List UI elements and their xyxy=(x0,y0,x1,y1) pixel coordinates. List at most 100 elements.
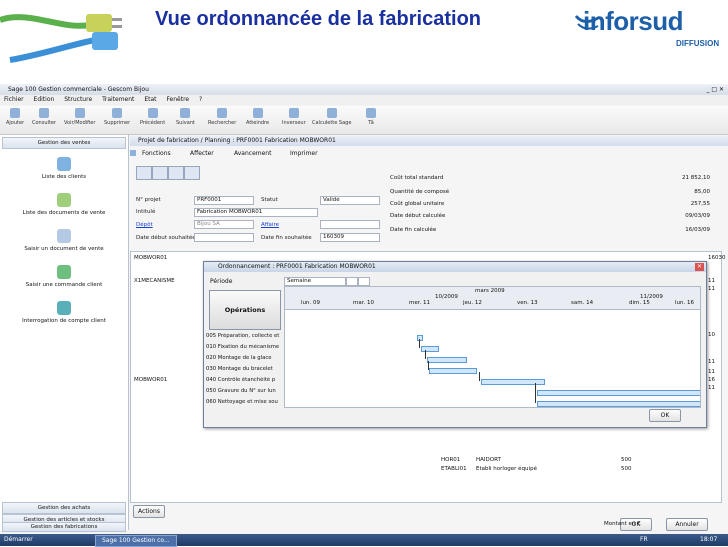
week-label: 10/2009 xyxy=(435,294,458,300)
intitule-field[interactable]: Fabrication MOBWOR01 xyxy=(194,208,318,217)
dialog-ok-button[interactable]: OK xyxy=(649,409,681,422)
menu-help[interactable]: ? xyxy=(199,96,202,103)
task-label: 020 Montage de la glace xyxy=(206,355,272,361)
gantt-bar[interactable] xyxy=(417,335,423,341)
dependency-line xyxy=(428,361,429,370)
gantt-bar[interactable] xyxy=(429,368,477,374)
view-mode-icon[interactable] xyxy=(136,166,152,180)
date-debut-field[interactable] xyxy=(194,233,254,242)
depot-link[interactable]: Dépôt xyxy=(136,222,153,228)
stat-date-debut-label: Date début calculée xyxy=(390,213,446,219)
gantt-mode-icon[interactable] xyxy=(152,166,168,180)
menu-edition[interactable]: Edition xyxy=(34,96,55,103)
avancement-button[interactable]: Avancement xyxy=(234,150,271,157)
grid-cell: 11 xyxy=(708,286,715,292)
task-interrogation-compte[interactable]: Interrogation de compte client xyxy=(4,301,124,324)
operations-button[interactable]: Opérations xyxy=(209,290,281,330)
menu-bar: Fichier Edition Structure Traitement Eta… xyxy=(0,95,728,105)
slide-title: Vue ordonnancée de la fabrication xyxy=(155,8,481,30)
task-saisir-document-vente[interactable]: Saisir un document de vente xyxy=(4,229,124,252)
menu-etat[interactable]: Etat xyxy=(144,96,156,103)
gantt-bar[interactable] xyxy=(537,401,700,407)
fonctions-menu[interactable]: Fonctions xyxy=(142,150,171,157)
stat-quantite-label: Quantité de composé xyxy=(390,189,450,195)
book-mode-icon[interactable] xyxy=(168,166,184,180)
day-label: mer. 11 xyxy=(409,300,430,306)
affaire-link[interactable]: Affaire xyxy=(261,222,279,228)
cancel-button[interactable]: Annuler xyxy=(666,518,708,531)
previous-period-icon[interactable] xyxy=(346,277,358,286)
periode-label: Période xyxy=(210,278,233,285)
no-projet-field[interactable]: PRF0001 xyxy=(194,196,254,205)
tb-inverseur[interactable]: Inverseur xyxy=(282,108,306,126)
gantt-header: mars 2009 10/2009 11/2009 lun. 09 mar. 1… xyxy=(285,287,700,310)
grid-row-label: MOBWOR01 xyxy=(134,377,168,383)
window-titlebar: Sage 100 Gestion commerciale - Gescom Bi… xyxy=(0,84,728,95)
gantt-bar[interactable] xyxy=(421,346,439,352)
tb-suivant[interactable]: Suivant xyxy=(176,108,195,126)
section-gestion-fabrications[interactable]: Gestion des fabrications xyxy=(2,522,126,532)
taskbar-app[interactable]: Sage 100 Gestion co... xyxy=(95,535,177,547)
montant-label: Montant en € xyxy=(604,521,641,527)
task-liste-documents-vente[interactable]: Liste des documents de vente xyxy=(4,193,124,216)
task-saisir-commande-client[interactable]: Saisir une commande client xyxy=(4,265,124,288)
section-gestion-achats[interactable]: Gestion des achats xyxy=(2,502,126,514)
close-icon[interactable]: ✕ xyxy=(695,263,704,271)
tb-voir-modifier[interactable]: Voir/Modifier xyxy=(64,108,95,126)
tb-atteindre[interactable]: Atteindre xyxy=(246,108,269,126)
affaire-field[interactable] xyxy=(320,220,380,229)
menu-fenetre[interactable]: Fenêtre xyxy=(166,96,189,103)
date-debut-label: Date début souhaitée xyxy=(136,235,196,241)
tasks-icon xyxy=(366,108,376,118)
task-liste-clients[interactable]: Liste des clients xyxy=(4,157,124,180)
statut-select[interactable]: Validé xyxy=(320,196,380,205)
previous-icon xyxy=(147,108,158,118)
clients-icon xyxy=(57,157,71,171)
window-controls[interactable]: _ □ ✕ xyxy=(706,84,724,95)
goto-icon xyxy=(252,108,263,118)
date-fin-field[interactable]: 160309 xyxy=(320,233,380,242)
actions-button[interactable]: Actions xyxy=(133,505,165,518)
stat-cout-unitaire-label: Coût global unitaire xyxy=(390,201,445,207)
grid-cell: 16 xyxy=(708,377,715,383)
language-indicator[interactable]: FR xyxy=(640,534,648,546)
depot-field[interactable]: Bijou SA xyxy=(194,220,254,229)
grid-cell: 11 xyxy=(708,369,715,375)
menu-structure[interactable]: Structure xyxy=(64,96,92,103)
brand-name: inforsud xyxy=(583,6,684,36)
affecter-button[interactable]: Affecter xyxy=(190,150,214,157)
grid-cell: 11 xyxy=(708,385,715,391)
date-fin-label: Date fin souhaitée xyxy=(261,235,312,241)
navigation-pane: Gestion des ventes Liste des clients Lis… xyxy=(0,135,129,530)
form-actions: Fonctions Affecter Avancement Imprimer xyxy=(130,148,330,160)
tb-taches[interactable]: Tâ xyxy=(366,108,376,126)
start-button[interactable]: Démarrer xyxy=(4,534,33,546)
form-title: Projet de fabrication / Planning : PRF00… xyxy=(130,136,728,146)
next-period-icon[interactable] xyxy=(358,277,370,286)
menu-traitement[interactable]: Traitement xyxy=(102,96,134,103)
gantt-bar[interactable] xyxy=(537,390,700,396)
menu-fichier[interactable]: Fichier xyxy=(4,96,24,103)
task-label: 060 Nettoyage et mise sou xyxy=(206,399,278,405)
window-title: Sage 100 Gestion commerciale - Gescom Bi… xyxy=(8,86,149,93)
tb-precedent[interactable]: Précédent xyxy=(140,108,165,126)
stat-cout-total-value: 21 852,10 xyxy=(682,175,710,181)
tb-calculette[interactable]: Calculette Sage xyxy=(312,108,351,126)
grid-cell: 11 xyxy=(708,278,715,284)
nav-icon[interactable] xyxy=(130,150,136,156)
imprimer-button[interactable]: Imprimer xyxy=(290,150,318,157)
section-gestion-ventes[interactable]: Gestion des ventes xyxy=(2,137,126,149)
item-desc: Etabli horloger équipé xyxy=(476,466,537,472)
gantt-bar[interactable] xyxy=(427,357,467,363)
tb-rechercher[interactable]: Rechercher xyxy=(208,108,236,126)
stat-cout-unitaire-value: 257,55 xyxy=(690,201,710,207)
day-label: ven. 13 xyxy=(517,300,538,306)
list-mode-icon[interactable] xyxy=(184,166,200,180)
tb-consulter[interactable]: Consulter xyxy=(32,108,56,126)
tb-supprimer[interactable]: Supprimer xyxy=(104,108,130,126)
stat-quantite-value: 85,00 xyxy=(694,189,710,195)
tb-ajouter[interactable]: Ajouter xyxy=(6,108,24,126)
month-label: mars 2009 xyxy=(475,288,505,294)
stat-date-fin-label: Date fin calculée xyxy=(390,227,437,233)
periode-select[interactable]: Semaine xyxy=(284,277,346,286)
